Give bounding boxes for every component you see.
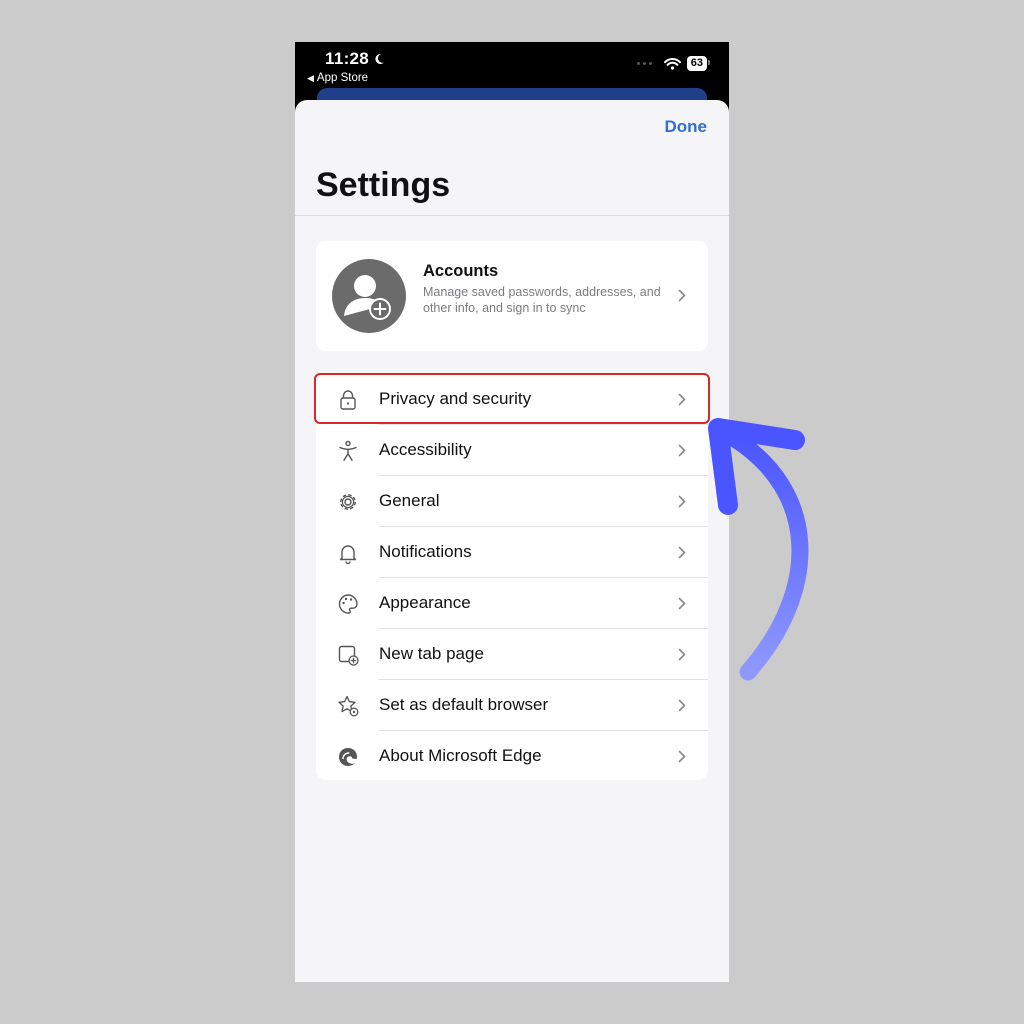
- chevron-right-icon: [678, 699, 686, 712]
- chevron-right-icon: [678, 444, 686, 457]
- settings-item-label: New tab page: [379, 644, 484, 663]
- settings-item-about-microsoft-edge[interactable]: About Microsoft Edge: [316, 731, 708, 782]
- edge-logo-icon: [339, 748, 357, 766]
- settings-item-label: About Microsoft Edge: [379, 746, 542, 765]
- accounts-text: Accounts Manage saved passwords, address…: [423, 262, 663, 316]
- status-indicators: 63: [636, 56, 711, 71]
- avatar-add-user-icon: [332, 259, 406, 333]
- accounts-description: Manage saved passwords, addresses, and o…: [423, 285, 661, 315]
- status-bar: 11:28 ◀ App Store 63: [295, 42, 729, 118]
- gear-icon: [340, 494, 356, 510]
- accounts-card[interactable]: Accounts Manage saved passwords, address…: [316, 241, 708, 351]
- palette-icon: [338, 594, 358, 614]
- settings-item-notifications[interactable]: Notifications: [316, 527, 708, 578]
- settings-item-general[interactable]: General: [316, 476, 708, 527]
- chevron-right-icon: [678, 393, 686, 406]
- star-gear-icon: [338, 695, 359, 717]
- status-time: 11:28: [325, 49, 385, 69]
- moon-icon: [375, 53, 385, 64]
- settings-item-label: Privacy and security: [379, 389, 532, 408]
- back-triangle-icon: ◀: [307, 72, 314, 83]
- chevron-right-icon: [678, 648, 686, 661]
- new-tab-icon: [338, 645, 359, 666]
- signal-dots-icon: [636, 62, 652, 65]
- accounts-title: Accounts: [423, 262, 499, 280]
- settings-item-set-as-default-browser[interactable]: Set as default browser: [316, 680, 708, 731]
- chevron-right-icon: [678, 495, 686, 508]
- lock-icon: [340, 390, 356, 410]
- settings-sheet: Done Settings Accounts Manage saved pass…: [295, 100, 729, 982]
- chevron-right-icon: [678, 546, 686, 559]
- settings-item-privacy-and-security[interactable]: Privacy and security: [316, 374, 708, 425]
- accessibility-icon: [339, 440, 357, 461]
- settings-item-appearance[interactable]: Appearance: [316, 578, 708, 629]
- settings-item-new-tab-page[interactable]: New tab page: [316, 629, 708, 680]
- settings-list: Privacy and security Accessibility Gener…: [316, 374, 708, 780]
- settings-item-label: Accessibility: [379, 440, 472, 459]
- settings-item-label: Appearance: [379, 593, 471, 612]
- wifi-icon: [663, 57, 681, 70]
- settings-item-label: Set as default browser: [379, 695, 549, 714]
- chevron-right-icon: [678, 750, 686, 763]
- header-divider: [295, 215, 729, 216]
- back-to-app-store[interactable]: ◀ App Store: [307, 72, 368, 84]
- battery-indicator: 63: [686, 56, 711, 71]
- chevron-right-icon: [678, 597, 686, 610]
- page-title: Settings: [316, 166, 451, 204]
- done-button[interactable]: Done: [665, 117, 708, 137]
- settings-item-accessibility[interactable]: Accessibility: [316, 425, 708, 476]
- bell-icon: [339, 545, 357, 565]
- settings-item-label: Notifications: [379, 542, 472, 561]
- settings-item-label: General: [379, 491, 440, 510]
- phone-screen: 11:28 ◀ App Store 63 Done Settings Accou…: [295, 42, 729, 982]
- chevron-right-icon: [678, 289, 686, 302]
